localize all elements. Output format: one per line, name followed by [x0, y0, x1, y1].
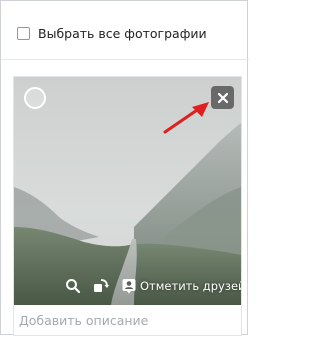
- close-icon: [217, 92, 228, 103]
- photo-preview[interactable]: Отметить друзей: [14, 77, 241, 305]
- annotation-arrow: [163, 102, 209, 134]
- photo-toolbar: Отметить друзей: [62, 274, 241, 298]
- rotate-button[interactable]: [90, 275, 112, 297]
- photo-card: Отметить друзей Добавить описание: [13, 76, 242, 336]
- select-all-label: Выбрать все фотографии: [38, 25, 207, 41]
- description-input[interactable]: Добавить описание: [19, 311, 237, 331]
- select-photo-circle[interactable]: [24, 87, 46, 109]
- person-tag-icon: [122, 279, 136, 294]
- zoom-button[interactable]: [62, 275, 84, 297]
- tag-friends-button[interactable]: Отметить друзей: [118, 275, 241, 297]
- select-all-photos[interactable]: Выбрать все фотографии: [17, 24, 207, 42]
- upload-panel: Выбрать все фотографии Отметить друзей Д…: [0, 0, 249, 336]
- select-all-checkbox[interactable]: [17, 26, 30, 40]
- remove-photo-button[interactable]: [211, 86, 234, 109]
- zoom-icon: [66, 279, 81, 294]
- divider: [1, 59, 249, 60]
- tag-friends-label: Отметить друзей: [140, 279, 241, 293]
- rotate-icon: [94, 279, 109, 292]
